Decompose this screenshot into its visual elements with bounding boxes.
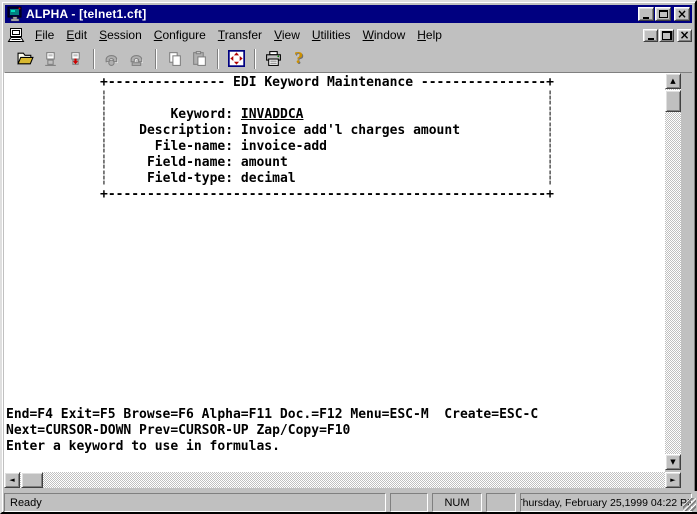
app-terminal-icon (7, 6, 23, 22)
open-folder-icon (17, 50, 34, 67)
minimize-icon (643, 17, 649, 19)
maximize-icon (659, 10, 668, 18)
description-row: ┆ Description: Invoice add'l charges amo… (100, 123, 554, 139)
hangup-button[interactable] (125, 47, 150, 71)
mdi-minimize-button[interactable] (643, 29, 658, 42)
keyword-row: ┆ Keyword: INVADDCA ┆ (100, 107, 554, 123)
scroll-left-icon: ◄ (9, 477, 14, 484)
toolbar-separator (155, 49, 157, 69)
status-message: Ready (4, 493, 386, 512)
menu-window[interactable]: Window (357, 26, 412, 45)
receive-button[interactable] (63, 47, 88, 71)
document-terminal-icon[interactable] (7, 27, 25, 43)
copy-button[interactable] (162, 47, 187, 71)
scroll-down-icon: ▼ (670, 459, 675, 466)
edi-keyword-maintenance-box: +--------------- EDI Keyword Maintenance… (100, 75, 554, 203)
menu-view[interactable]: View (268, 26, 306, 45)
menu-help[interactable]: Help (411, 26, 448, 45)
minimize-button[interactable] (638, 7, 654, 21)
file-name-row: ┆ File-name: invoice-add ┆ (100, 139, 554, 155)
field-name-row: ┆ Field-name: amount ┆ (100, 155, 554, 171)
menu-transfer[interactable]: Transfer (212, 26, 268, 45)
hangup-phone-icon (129, 50, 146, 67)
help-button[interactable]: ? (286, 47, 311, 71)
scroll-up-button[interactable]: ▲ (665, 73, 681, 89)
horizontal-scrollbar[interactable]: ◄ ► (4, 472, 681, 488)
date-time-display: Thursday, February 25,1999 04:22 PM (520, 493, 692, 512)
box-blank-row: ┆ ┆ (100, 91, 554, 107)
scroll-right-button[interactable]: ► (665, 472, 681, 488)
window-title: ALPHA - [telnet1.cft] (26, 7, 638, 21)
toolbar-separator (93, 49, 95, 69)
num-lock-indicator: NUM (432, 493, 482, 512)
resize-grip[interactable] (683, 498, 696, 511)
mdi-restore-icon (662, 31, 672, 40)
toolbar: ? (5, 45, 692, 73)
paste-button[interactable] (187, 47, 212, 71)
menu-edit[interactable]: Edit (60, 26, 93, 45)
keyword-field[interactable]: INVADDCA (241, 107, 304, 122)
menu-session[interactable]: Session (93, 26, 148, 45)
maximize-button[interactable] (655, 7, 671, 21)
receive-file-icon (67, 50, 84, 67)
dial-phone-icon (104, 50, 121, 67)
mdi-minimize-icon (648, 38, 654, 40)
prompt-line: Enter a keyword to use in formulas. (6, 439, 538, 455)
open-button[interactable] (13, 47, 38, 71)
copy-icon (166, 50, 183, 67)
status-bar: Ready NUM Thursday, February 25,1999 04:… (4, 491, 697, 512)
status-panel-empty-1 (390, 493, 428, 512)
mdi-close-icon: × (679, 29, 689, 41)
print-button[interactable] (261, 47, 286, 71)
mdi-restore-button[interactable] (659, 29, 674, 42)
terminal-status-lines: End=F4 Exit=F5 Browse=F6 Alpha=F11 Doc.=… (6, 407, 538, 455)
menu-configure[interactable]: Configure (148, 26, 212, 45)
vertical-scroll-thumb[interactable] (665, 90, 681, 112)
keyword-label: ┆ Keyword: (100, 107, 241, 122)
title-bar[interactable]: ALPHA - [telnet1.cft] × (5, 5, 692, 23)
menu-bar: File Edit Session Configure Transfer Vie… (5, 25, 692, 45)
paste-icon (191, 50, 208, 67)
close-icon: × (677, 8, 687, 20)
dial-button[interactable] (100, 47, 125, 71)
mdi-close-button[interactable]: × (677, 29, 692, 42)
app-window: ALPHA - [telnet1.cft] × File Edit Sessio… (0, 0, 697, 514)
function-keys-line-2: Next=CURSOR-DOWN Prev=CURSOR-UP Zap/Copy… (6, 423, 538, 439)
send-file-icon (42, 50, 59, 67)
toolbar-separator (217, 49, 219, 69)
close-button[interactable]: × (674, 7, 690, 21)
scroll-up-icon: ▲ (670, 78, 675, 85)
vertical-scrollbar[interactable]: ▲ ▼ (665, 73, 681, 470)
toolbar-separator (254, 49, 256, 69)
box-bottom-border: +---------------------------------------… (100, 187, 554, 203)
fullscreen-button[interactable] (224, 47, 249, 71)
horizontal-scroll-thumb[interactable] (21, 472, 43, 488)
scroll-left-button[interactable]: ◄ (4, 472, 20, 488)
box-top-border: +--------------- EDI Keyword Maintenance… (100, 75, 554, 91)
help-icon: ? (294, 51, 303, 66)
function-keys-line-1: End=F4 Exit=F5 Browse=F6 Alpha=F11 Doc.=… (6, 407, 538, 423)
scroll-right-icon: ► (670, 477, 675, 484)
field-type-row: ┆ Field-type: decimal ┆ (100, 171, 554, 187)
scroll-down-button[interactable]: ▼ (665, 454, 681, 470)
menu-file[interactable]: File (29, 26, 60, 45)
status-panel-empty-2 (486, 493, 516, 512)
printer-icon (265, 50, 282, 67)
terminal-screen[interactable]: +--------------- EDI Keyword Maintenance… (4, 73, 665, 472)
menu-utilities[interactable]: Utilities (306, 26, 357, 45)
keyword-row-padding: ┆ (304, 107, 554, 122)
send-button[interactable] (38, 47, 63, 71)
fullscreen-arrows-icon (228, 50, 245, 67)
